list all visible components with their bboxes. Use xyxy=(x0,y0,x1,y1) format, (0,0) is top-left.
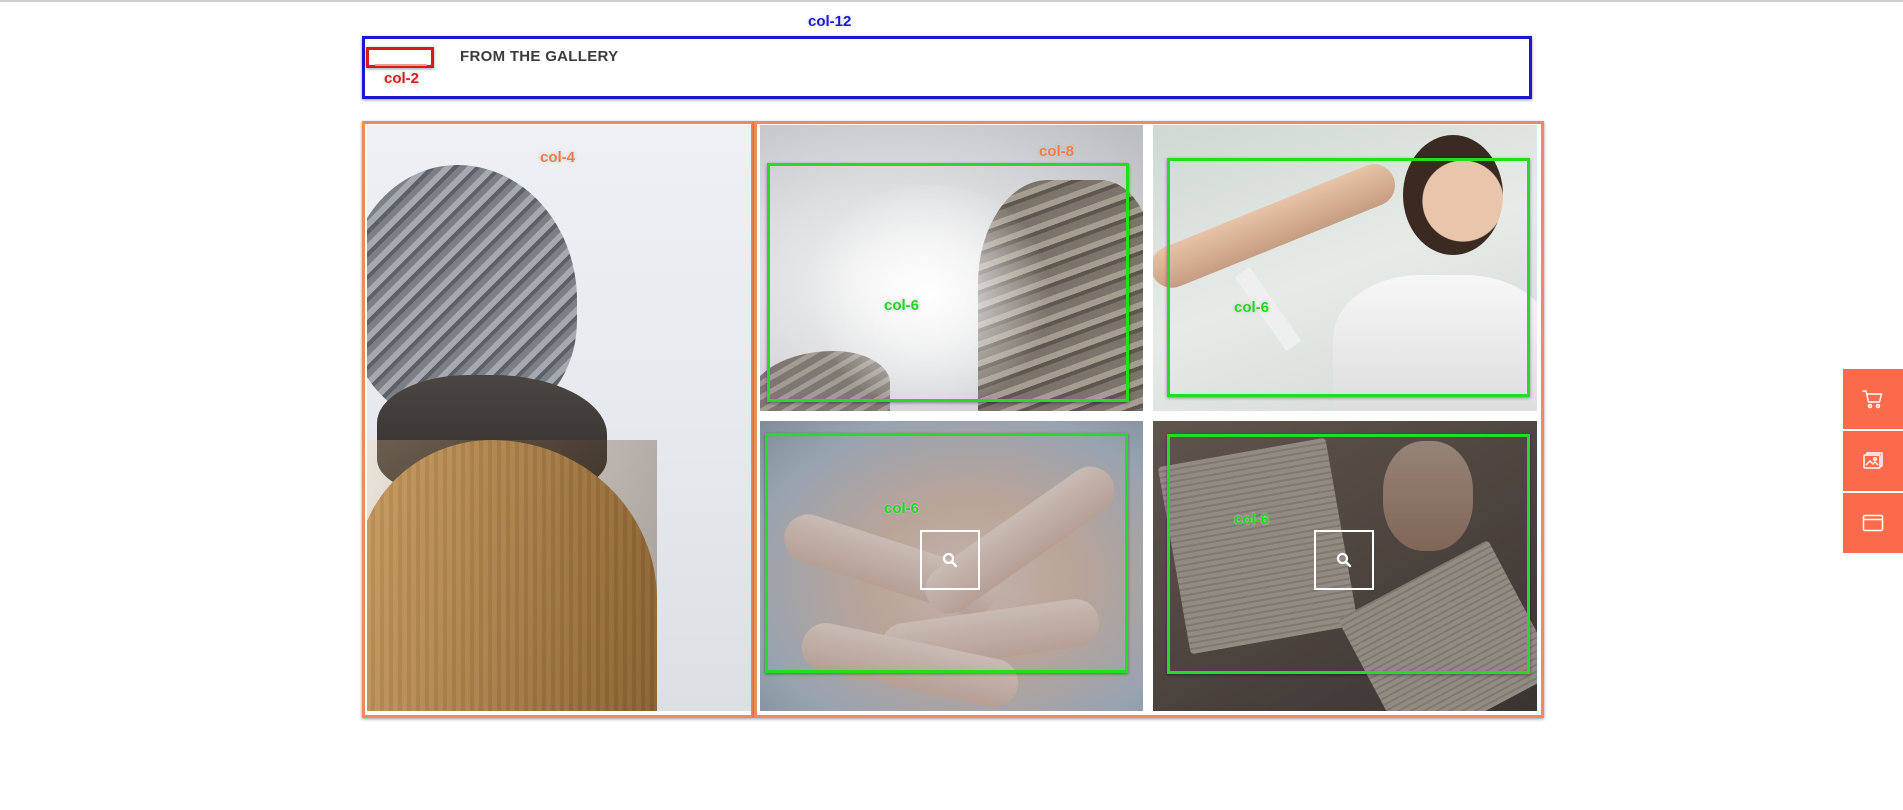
col-6-outline-top-right xyxy=(1167,158,1530,397)
gallery-heading: FROM THE GALLERY xyxy=(460,48,619,65)
cart-button[interactable] xyxy=(1843,369,1903,429)
col-8-label: col-8 xyxy=(1039,143,1075,160)
gallery-icon xyxy=(1863,452,1883,469)
col-6-label: col-6 xyxy=(884,500,920,517)
col-2-placeholder-bar xyxy=(375,64,427,66)
col-4-label: col-4 xyxy=(540,149,576,166)
col-6-label: col-6 xyxy=(884,297,920,314)
col-12-outline xyxy=(362,36,1532,99)
col-6-outline-bottom-left xyxy=(765,433,1128,673)
gallery-button[interactable] xyxy=(1843,431,1903,491)
col-6-outline-bottom-right xyxy=(1167,434,1530,674)
col-6-label: col-6 xyxy=(1234,511,1270,528)
col-4-outline xyxy=(362,121,754,718)
browser-window-icon xyxy=(1862,514,1884,532)
col-2-label: col-2 xyxy=(384,70,420,87)
floating-side-actions xyxy=(1843,369,1903,555)
col-2-outline xyxy=(366,47,434,68)
col-12-label: col-12 xyxy=(808,13,852,30)
top-divider xyxy=(0,0,1903,2)
col-6-outline-top-left xyxy=(767,163,1129,402)
col-6-label: col-6 xyxy=(1234,299,1270,316)
cart-icon xyxy=(1862,390,1883,409)
browser-window-button[interactable] xyxy=(1843,493,1903,553)
